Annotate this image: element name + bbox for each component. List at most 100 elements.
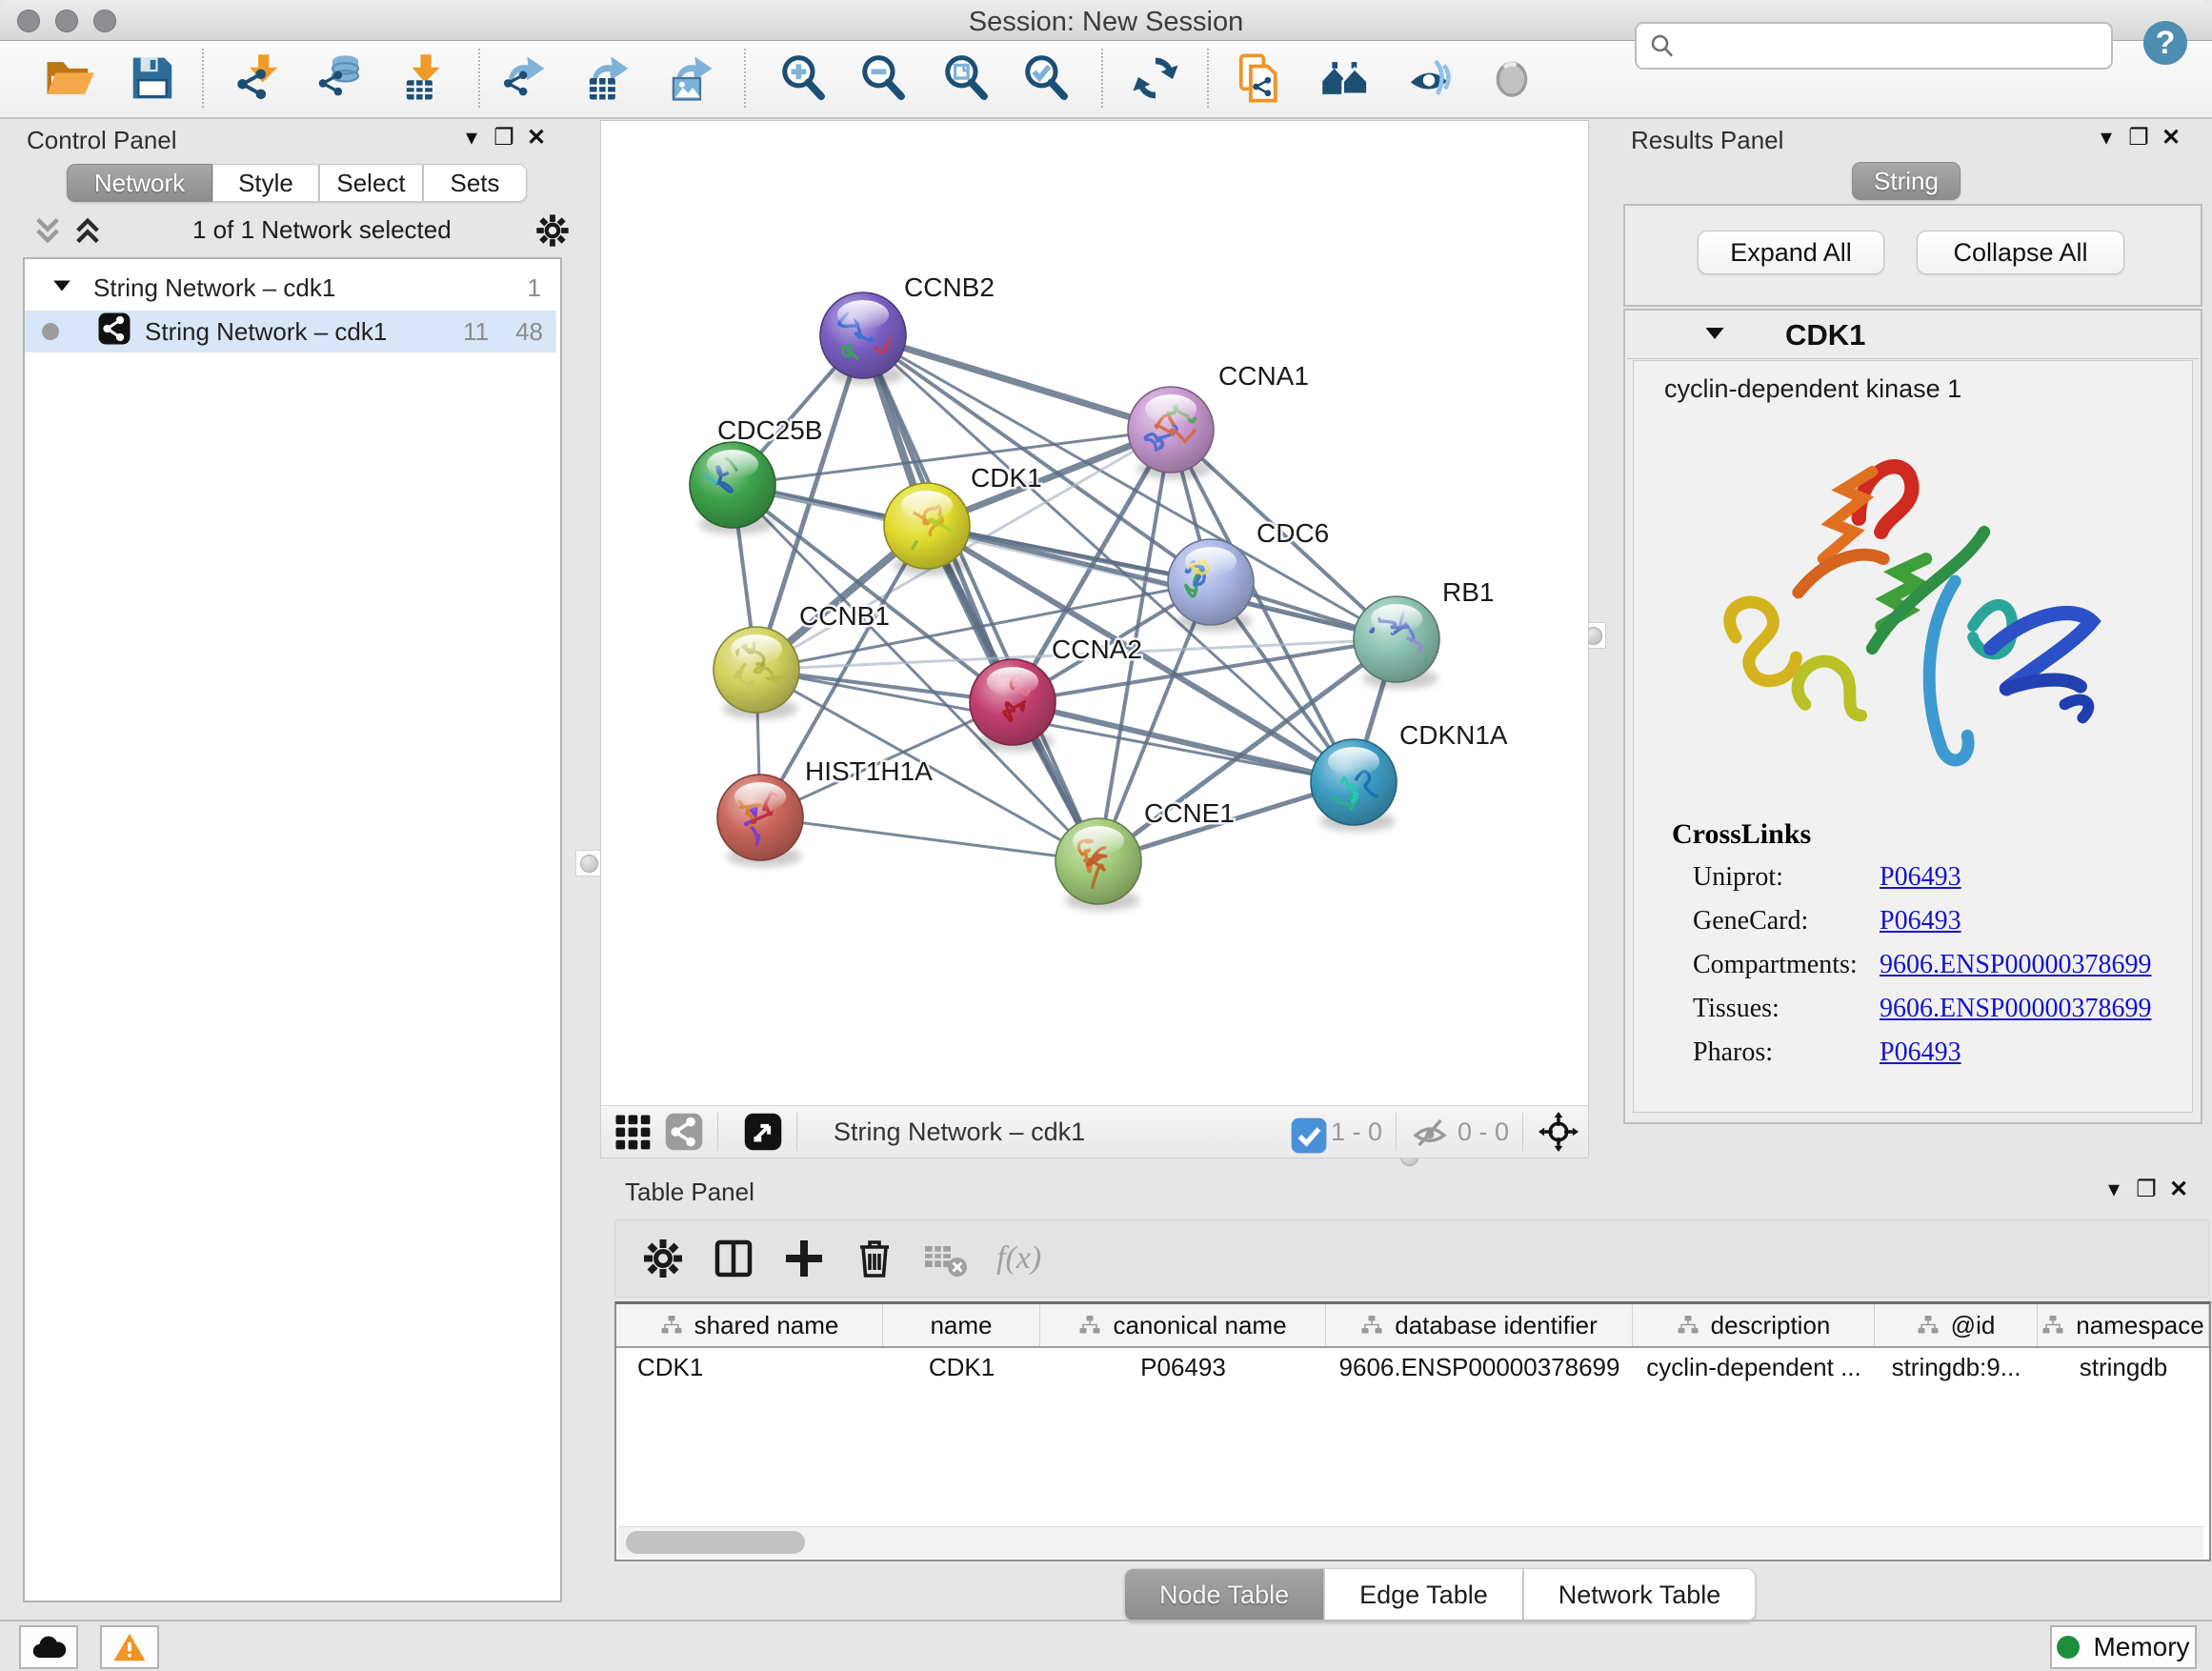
- crosslink-link-compartments[interactable]: 9606.ENSP00000378699: [1880, 950, 2151, 980]
- cdk1-section-header[interactable]: CDK1: [1627, 312, 2199, 359]
- results-panel-float-icon[interactable]: ❐: [2122, 124, 2155, 151]
- show-graphics-button[interactable]: [1486, 52, 1538, 104]
- zoom-out-button[interactable]: [858, 52, 910, 104]
- node-CCNA1[interactable]: CCNA1: [1128, 361, 1309, 479]
- grid-view-icon[interactable]: [613, 1112, 653, 1152]
- column-header-canonical-name[interactable]: canonical name: [1040, 1304, 1326, 1346]
- crosslink-link-pharos[interactable]: P06493: [1880, 1037, 1961, 1068]
- selected-checkbox-icon[interactable]: [1289, 1116, 1321, 1148]
- network-collection-row[interactable]: String Network – cdk1 1: [25, 267, 556, 309]
- edge-CCNB2-CCNA1[interactable]: [863, 335, 1171, 430]
- zoom-fit-button[interactable]: [941, 52, 993, 104]
- edge-CCNA2-CDKN1A[interactable]: [1013, 702, 1354, 782]
- column-header-namespace[interactable]: namespace: [2038, 1304, 2209, 1346]
- help-button[interactable]: ?: [2143, 21, 2187, 65]
- tab-select[interactable]: Select: [319, 164, 423, 202]
- add-column-button[interactable]: [781, 1236, 827, 1281]
- cell-database-identifier[interactable]: 9606.ENSP00000378699: [1326, 1348, 1633, 1386]
- cell-name[interactable]: CDK1: [883, 1348, 1040, 1386]
- crosslink-link-tissues[interactable]: 9606.ENSP00000378699: [1880, 994, 2151, 1024]
- collection-expander-icon[interactable]: [51, 273, 72, 303]
- cloud-status-button[interactable]: [19, 1625, 78, 1669]
- collapse-all-chevron[interactable]: [30, 213, 65, 252]
- crosslink-link-genecard[interactable]: P06493: [1880, 906, 1961, 936]
- tab-sets[interactable]: Sets: [423, 164, 527, 202]
- search-input[interactable]: [1677, 27, 2111, 65]
- hidden-eye-icon[interactable]: [1410, 1113, 1448, 1151]
- share-view-icon[interactable]: [664, 1112, 704, 1152]
- warning-status-button[interactable]: [100, 1625, 159, 1669]
- split-panel-button[interactable]: [711, 1236, 756, 1281]
- network-canvas[interactable]: CCNB2 CCNA1 CDC25B CDK1 CDC6: [600, 120, 1589, 1107]
- crosslink-link-uniprot[interactable]: P06493: [1880, 862, 1961, 893]
- birdseye-view-icon[interactable]: [743, 1112, 783, 1152]
- table-panel-collapse-icon[interactable]: ▾: [2098, 1176, 2130, 1203]
- node-label-CCNA1: CCNA1: [1218, 361, 1309, 391]
- results-panel-collapse-icon[interactable]: ▾: [2090, 124, 2122, 151]
- cell-description[interactable]: cyclin-dependent ...: [1633, 1348, 1875, 1386]
- function-builder-button[interactable]: f(x): [996, 1240, 1041, 1277]
- protein-structure-image: [1691, 422, 2139, 803]
- tab-edge-table[interactable]: Edge Table: [1324, 1568, 1523, 1621]
- refresh-view-icon: [1130, 52, 1181, 104]
- edge-HIST1H1A-CCNE1[interactable]: [760, 817, 1098, 861]
- export-table-button[interactable]: [582, 52, 633, 104]
- node-CCNA2[interactable]: CCNA2: [970, 634, 1142, 752]
- string-network-graph[interactable]: CCNB2 CCNA1 CDC25B CDK1 CDC6: [601, 121, 1588, 1106]
- cell-shared-name[interactable]: CDK1: [616, 1348, 883, 1386]
- tab-network-table[interactable]: Network Table: [1523, 1568, 1757, 1621]
- hide-graphics-button[interactable]: [1403, 52, 1455, 104]
- delete-table-button[interactable]: [922, 1236, 968, 1281]
- refresh-view-button[interactable]: [1130, 52, 1181, 104]
- node-HIST1H1A[interactable]: HIST1H1A: [717, 756, 933, 867]
- import-table-button[interactable]: [399, 52, 451, 104]
- node-CDKN1A[interactable]: CDKN1A: [1311, 720, 1508, 832]
- cell-canonical-name[interactable]: P06493: [1040, 1348, 1326, 1386]
- collapse-all-button[interactable]: Collapse All: [1917, 231, 2124, 274]
- control-panel-float-icon[interactable]: ❐: [488, 124, 520, 151]
- cell-namespace[interactable]: stringdb: [2038, 1348, 2209, 1386]
- export-network-button[interactable]: [498, 52, 550, 104]
- export-image-button[interactable]: [666, 52, 717, 104]
- control-panel-collapse-icon[interactable]: ▾: [455, 124, 488, 151]
- tab-string[interactable]: String: [1852, 162, 1961, 200]
- network-options-gear-icon[interactable]: [533, 211, 572, 254]
- import-network-button[interactable]: [231, 52, 283, 104]
- delete-column-button[interactable]: [852, 1236, 897, 1281]
- expand-all-button[interactable]: Expand All: [1698, 231, 1884, 274]
- copy-views-button[interactable]: [1235, 52, 1286, 104]
- results-panel: Results Panel ▾❐✕ String Expand All Coll…: [1614, 118, 2212, 1162]
- tab-style[interactable]: Style: [212, 164, 319, 202]
- section-expander-icon[interactable]: [1703, 322, 1726, 350]
- fit-crosshair-icon[interactable]: [1538, 1112, 1579, 1152]
- node-CCNE1[interactable]: CCNE1: [1056, 798, 1235, 911]
- control-panel-close-icon[interactable]: ✕: [520, 124, 553, 151]
- node-RB1[interactable]: RB1: [1354, 577, 1494, 689]
- column-header-description[interactable]: description: [1633, 1304, 1875, 1346]
- tab-network[interactable]: Network: [67, 164, 212, 202]
- column-header-name[interactable]: name: [883, 1304, 1040, 1346]
- left-splitter-handle[interactable]: [575, 850, 602, 876]
- column-header--id[interactable]: @id: [1875, 1304, 2038, 1346]
- hscrollbar-thumb[interactable]: [626, 1531, 805, 1554]
- expand-all-chevron[interactable]: [70, 213, 105, 252]
- home-networks-button[interactable]: [1320, 52, 1372, 104]
- cell--id[interactable]: stringdb:9...: [1875, 1348, 2038, 1386]
- table-panel-float-icon[interactable]: ❐: [2130, 1176, 2162, 1203]
- results-panel-close-icon[interactable]: ✕: [2155, 124, 2187, 151]
- open-session-button[interactable]: [43, 52, 94, 104]
- table-panel-close-icon[interactable]: ✕: [2162, 1176, 2195, 1203]
- memory-button[interactable]: Memory: [2050, 1625, 2197, 1669]
- network-row[interactable]: String Network – cdk1 11 48: [25, 311, 556, 352]
- zoom-selected-button[interactable]: [1021, 52, 1073, 104]
- zoom-in-button[interactable]: [778, 52, 830, 104]
- table-row[interactable]: CDK1CDK1P064939606.ENSP00000378699cyclin…: [616, 1348, 2209, 1386]
- table-settings-gear-button[interactable]: [640, 1236, 686, 1281]
- column-header-shared-name[interactable]: shared name: [616, 1304, 883, 1346]
- column-header-database-identifier[interactable]: database identifier: [1326, 1304, 1633, 1346]
- table-hscrollbar[interactable]: [618, 1526, 2203, 1558]
- save-session-button[interactable]: [127, 52, 178, 104]
- cytoscape-window: { "window": { "title": "Session: New Ses…: [0, 0, 2212, 1671]
- tab-node-table[interactable]: Node Table: [1124, 1568, 1324, 1621]
- import-database-button[interactable]: [315, 52, 367, 104]
